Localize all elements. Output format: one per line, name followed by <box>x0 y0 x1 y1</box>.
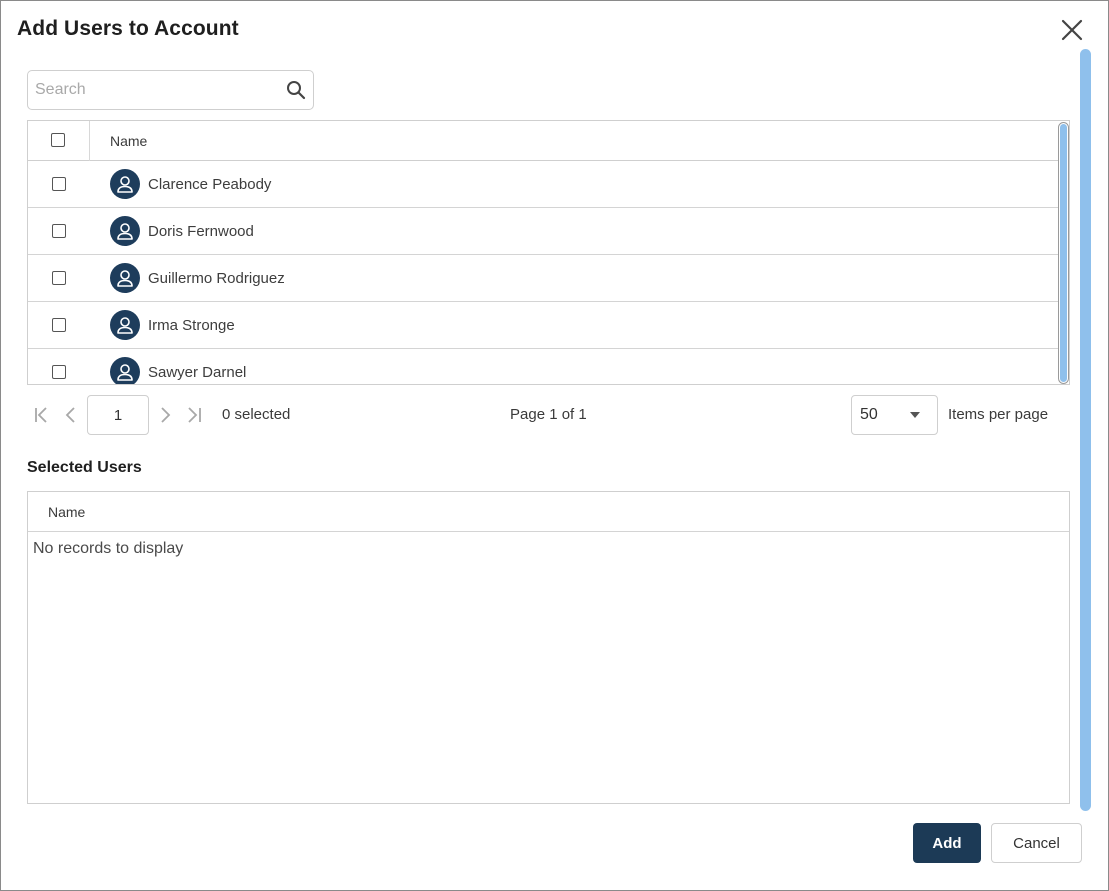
row-checkbox[interactable] <box>52 177 66 191</box>
user-name: Sawyer Darnel <box>148 364 247 381</box>
selected-count: 0 selected <box>222 406 291 423</box>
next-page-icon[interactable] <box>155 405 175 425</box>
dialog-scrollbar-thumb[interactable] <box>1080 49 1091 811</box>
user-name: Guillermo Rodriguez <box>148 270 285 287</box>
dialog-scrollbar[interactable] <box>1080 49 1091 811</box>
users-grid: Name Clarence Peabody Doris Fernwood Gui… <box>27 120 1070 385</box>
close-icon[interactable] <box>1059 17 1085 43</box>
search-box <box>27 70 314 110</box>
page-info: Page 1 of 1 <box>510 406 587 423</box>
row-checkbox[interactable] <box>52 224 66 238</box>
table-row[interactable]: Sawyer Darnel <box>28 349 1058 384</box>
selected-users-title: Selected Users <box>27 459 142 476</box>
select-all-cell <box>28 121 90 161</box>
user-avatar-icon <box>110 169 140 199</box>
users-grid-header: Name <box>28 121 1058 161</box>
column-header-name[interactable]: Name <box>110 133 147 149</box>
caret-down-icon <box>910 412 920 418</box>
empty-message: No records to display <box>33 540 184 557</box>
table-row[interactable]: Doris Fernwood <box>28 208 1058 255</box>
prev-page-icon[interactable] <box>61 405 81 425</box>
cancel-button[interactable]: Cancel <box>991 823 1082 863</box>
selected-users-grid: Name No records to display <box>27 491 1070 804</box>
selected-users-grid-header: Name <box>28 492 1069 532</box>
add-button[interactable]: Add <box>913 823 981 863</box>
page-number-input[interactable] <box>87 395 149 435</box>
table-row[interactable]: Irma Stronge <box>28 302 1058 349</box>
users-grid-scrollbar[interactable] <box>1058 122 1069 384</box>
row-checkbox[interactable] <box>52 365 66 379</box>
select-all-checkbox[interactable] <box>51 133 65 147</box>
row-checkbox[interactable] <box>52 318 66 332</box>
user-name: Clarence Peabody <box>148 176 272 193</box>
dialog-title: Add Users to Account <box>17 17 239 40</box>
table-row[interactable]: Guillermo Rodriguez <box>28 255 1058 302</box>
users-grid-scrollbar-thumb[interactable] <box>1058 122 1069 384</box>
user-name: Irma Stronge <box>148 317 235 334</box>
items-per-page-label: Items per page <box>948 406 1049 423</box>
user-name: Doris Fernwood <box>148 223 254 240</box>
add-users-dialog: Add Users to Account Name <box>0 0 1109 891</box>
table-row[interactable]: Clarence Peabody <box>28 161 1058 208</box>
selected-column-header-name[interactable]: Name <box>48 504 85 520</box>
items-per-page-select[interactable]: 50 <box>851 395 938 435</box>
first-page-icon[interactable] <box>32 405 52 425</box>
user-avatar-icon <box>110 357 140 384</box>
last-page-icon[interactable] <box>184 405 204 425</box>
user-avatar-icon <box>110 310 140 340</box>
user-avatar-icon <box>110 216 140 246</box>
search-icon[interactable] <box>286 80 306 100</box>
user-avatar-icon <box>110 263 140 293</box>
items-per-page-value: 50 <box>860 406 878 423</box>
search-input[interactable] <box>28 71 278 109</box>
pager: 0 selected Page 1 of 1 50 Items per page <box>27 395 1070 435</box>
row-checkbox[interactable] <box>52 271 66 285</box>
